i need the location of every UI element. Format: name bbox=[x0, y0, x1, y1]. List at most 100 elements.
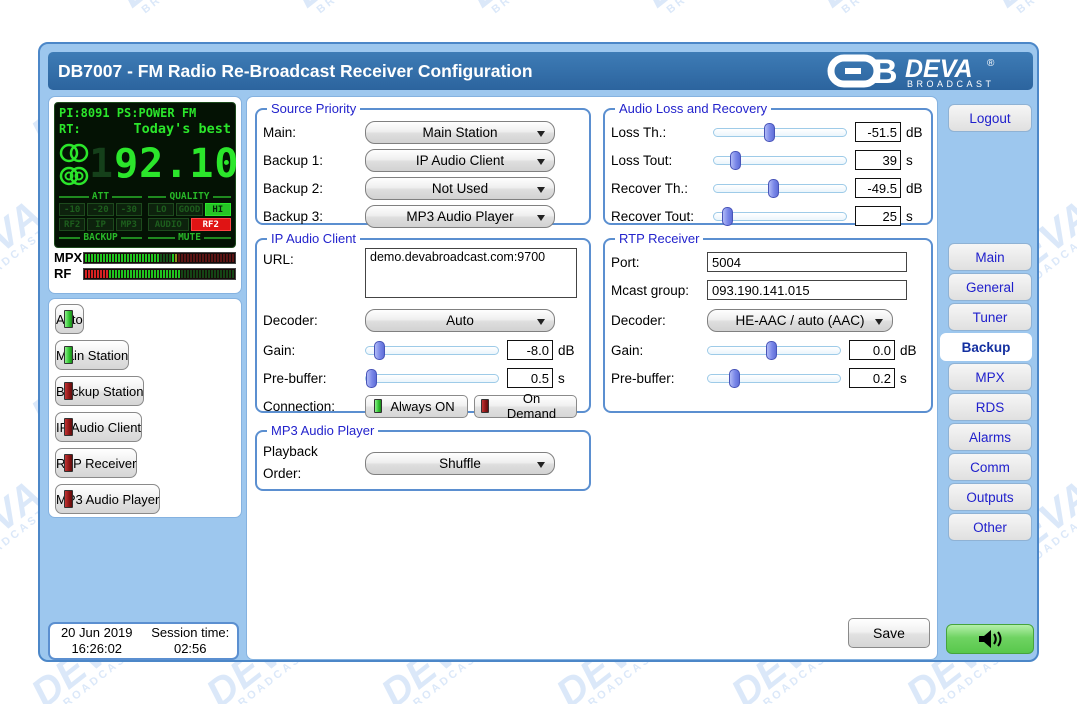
lcd-status-icons bbox=[59, 142, 89, 187]
sidebar-item-tuner[interactable]: Tuner bbox=[948, 303, 1032, 331]
audio-loss-recovery-legend: Audio Loss and Recovery bbox=[615, 101, 771, 116]
url-input[interactable]: demo.devabroadcast.com:9700 bbox=[365, 248, 577, 298]
ip-prebuffer-slider[interactable] bbox=[365, 374, 499, 383]
rtp-decoder-dropdown[interactable]: HE-AAC / auto (AAC) bbox=[707, 309, 893, 332]
slider-thumb[interactable] bbox=[764, 123, 775, 142]
port-input[interactable] bbox=[707, 252, 907, 272]
speaker-button[interactable] bbox=[946, 624, 1034, 654]
url-label: URL: bbox=[263, 248, 365, 267]
audio-loss-slider-0[interactable] bbox=[713, 128, 847, 137]
chevron-down-icon bbox=[537, 215, 545, 221]
slider-thumb[interactable] bbox=[729, 369, 740, 388]
priority-dropdown-3[interactable]: MP3 Audio Player bbox=[365, 205, 555, 228]
speaker-icon bbox=[975, 628, 1005, 650]
slider-thumb[interactable] bbox=[768, 179, 779, 198]
audio-loss-value-2[interactable] bbox=[855, 178, 901, 198]
lcd-indicator--20: -20 bbox=[87, 203, 113, 216]
status-led bbox=[64, 418, 73, 436]
status-led bbox=[64, 346, 73, 364]
lcd-indicator-lo: LO bbox=[148, 203, 174, 216]
audio-loss-slider-2[interactable] bbox=[713, 184, 847, 193]
source-priority-row: Main:Main Station bbox=[263, 118, 583, 146]
priority-dropdown-1[interactable]: IP Audio Client bbox=[365, 149, 555, 172]
ip-audio-client-fieldset: IP Audio Client URL: demo.devabroadcast.… bbox=[255, 231, 591, 413]
ip-gain-value[interactable] bbox=[507, 340, 553, 360]
audio-loss-slider-3[interactable] bbox=[713, 212, 847, 221]
rtp-gain-slider[interactable] bbox=[707, 346, 841, 355]
source-priority-legend: Source Priority bbox=[267, 101, 360, 116]
audio-loss-value-3[interactable] bbox=[855, 206, 901, 226]
rtp-prebuffer-value[interactable] bbox=[849, 368, 895, 388]
logout-button[interactable]: Logout bbox=[948, 104, 1032, 132]
status-led bbox=[64, 490, 73, 508]
session-time: Session time: 02:56 bbox=[144, 625, 238, 657]
title-bar: DB7007 - FM Radio Re-Broadcast Receiver … bbox=[48, 52, 1033, 90]
audio-loss-label: Recover Th.: bbox=[611, 181, 713, 196]
save-button[interactable]: Save bbox=[848, 618, 930, 648]
source-button-rtp-receiver[interactable]: RTP Receiver bbox=[55, 448, 137, 478]
slider-thumb[interactable] bbox=[366, 369, 377, 388]
priority-label: Backup 2: bbox=[263, 181, 365, 196]
sidebar-nav: MainGeneralTunerBackupMPXRDSAlarmsCommOu… bbox=[940, 243, 1032, 541]
mcast-group-label: Mcast group: bbox=[611, 283, 707, 298]
chevron-down-icon bbox=[875, 319, 883, 325]
playback-order-dropdown[interactable]: Shuffle bbox=[365, 452, 555, 475]
connection-on-demand-button[interactable]: On Demand bbox=[474, 395, 577, 418]
sidebar-item-general[interactable]: General bbox=[948, 273, 1032, 301]
source-button-auto[interactable]: Auto bbox=[55, 304, 84, 334]
source-button-ip-audio-client[interactable]: IP Audio Client bbox=[55, 412, 142, 442]
sidebar-item-rds[interactable]: RDS bbox=[948, 393, 1032, 421]
rds-icon bbox=[59, 165, 89, 187]
sidebar-item-mpx[interactable]: MPX bbox=[948, 363, 1032, 391]
priority-dropdown-0[interactable]: Main Station bbox=[365, 121, 555, 144]
sidebar-item-alarms[interactable]: Alarms bbox=[948, 423, 1032, 451]
mp3-player-fieldset: MP3 Audio Player Playback Order: Shuffle bbox=[255, 423, 591, 491]
audio-loss-value-1[interactable] bbox=[855, 150, 901, 170]
rtp-gain-value[interactable] bbox=[849, 340, 895, 360]
source-button-main-station[interactable]: Main Station bbox=[55, 340, 129, 370]
connection-always-on-button[interactable]: Always ON bbox=[365, 395, 468, 418]
status-led bbox=[64, 382, 73, 400]
status-led bbox=[481, 399, 489, 413]
priority-label: Main: bbox=[263, 125, 365, 140]
slider-thumb[interactable] bbox=[374, 341, 385, 360]
rtp-receiver-fieldset: RTP Receiver Port: Mcast group: Decoder:… bbox=[603, 231, 933, 413]
ip-decoder-dropdown[interactable]: Auto bbox=[365, 309, 555, 332]
lcd-rt-label: RT: bbox=[59, 122, 81, 136]
chevron-down-icon bbox=[537, 319, 545, 325]
ip-gain-slider[interactable] bbox=[365, 346, 499, 355]
slider-thumb[interactable] bbox=[722, 207, 733, 226]
ip-gain-label: Gain: bbox=[263, 343, 365, 358]
sidebar-item-comm[interactable]: Comm bbox=[948, 453, 1032, 481]
svg-text:BROADCAST: BROADCAST bbox=[907, 79, 995, 88]
mpx-meter-label: MPX bbox=[54, 250, 83, 265]
sidebar-item-other[interactable]: Other bbox=[948, 513, 1032, 541]
rtp-prebuffer-slider[interactable] bbox=[707, 374, 841, 383]
priority-dropdown-2[interactable]: Not Used bbox=[365, 177, 555, 200]
source-priority-fieldset: Source Priority Main:Main Station Backup … bbox=[255, 101, 591, 225]
connection-label: Connection: bbox=[263, 399, 365, 414]
audio-loss-slider-1[interactable] bbox=[713, 156, 847, 165]
lcd-indicator--30: -30 bbox=[116, 203, 142, 216]
audio-loss-value-0[interactable] bbox=[855, 122, 901, 142]
sidebar-item-outputs[interactable]: Outputs bbox=[948, 483, 1032, 511]
lcd-indicator-row: AUDIORF2 bbox=[148, 218, 231, 231]
source-button-backup-station[interactable]: Backup Station bbox=[55, 376, 144, 406]
audio-loss-label: Recover Tout: bbox=[611, 209, 713, 224]
audio-loss-row: Loss Th.:dB bbox=[611, 118, 925, 146]
lcd-section-title: MUTE bbox=[148, 233, 231, 242]
lcd-indicator-hi: HI bbox=[205, 203, 231, 216]
slider-thumb[interactable] bbox=[730, 151, 741, 170]
slider-thumb[interactable] bbox=[766, 341, 777, 360]
mcast-group-input[interactable] bbox=[707, 280, 907, 300]
source-button-mp3-audio-player[interactable]: MP3 Audio Player bbox=[55, 484, 160, 514]
sidebar-item-backup[interactable]: Backup bbox=[940, 333, 1032, 361]
audio-loss-row: Loss Tout:s bbox=[611, 146, 925, 174]
audio-loss-row: Recover Tout:s bbox=[611, 202, 925, 230]
date-time: 20 Jun 2019 16:26:02 bbox=[50, 625, 144, 657]
sidebar-item-main[interactable]: Main bbox=[948, 243, 1032, 271]
playback-order-label: Playback Order: bbox=[263, 441, 365, 485]
status-led bbox=[374, 399, 382, 413]
chevron-down-icon bbox=[537, 187, 545, 193]
ip-prebuffer-value[interactable] bbox=[507, 368, 553, 388]
